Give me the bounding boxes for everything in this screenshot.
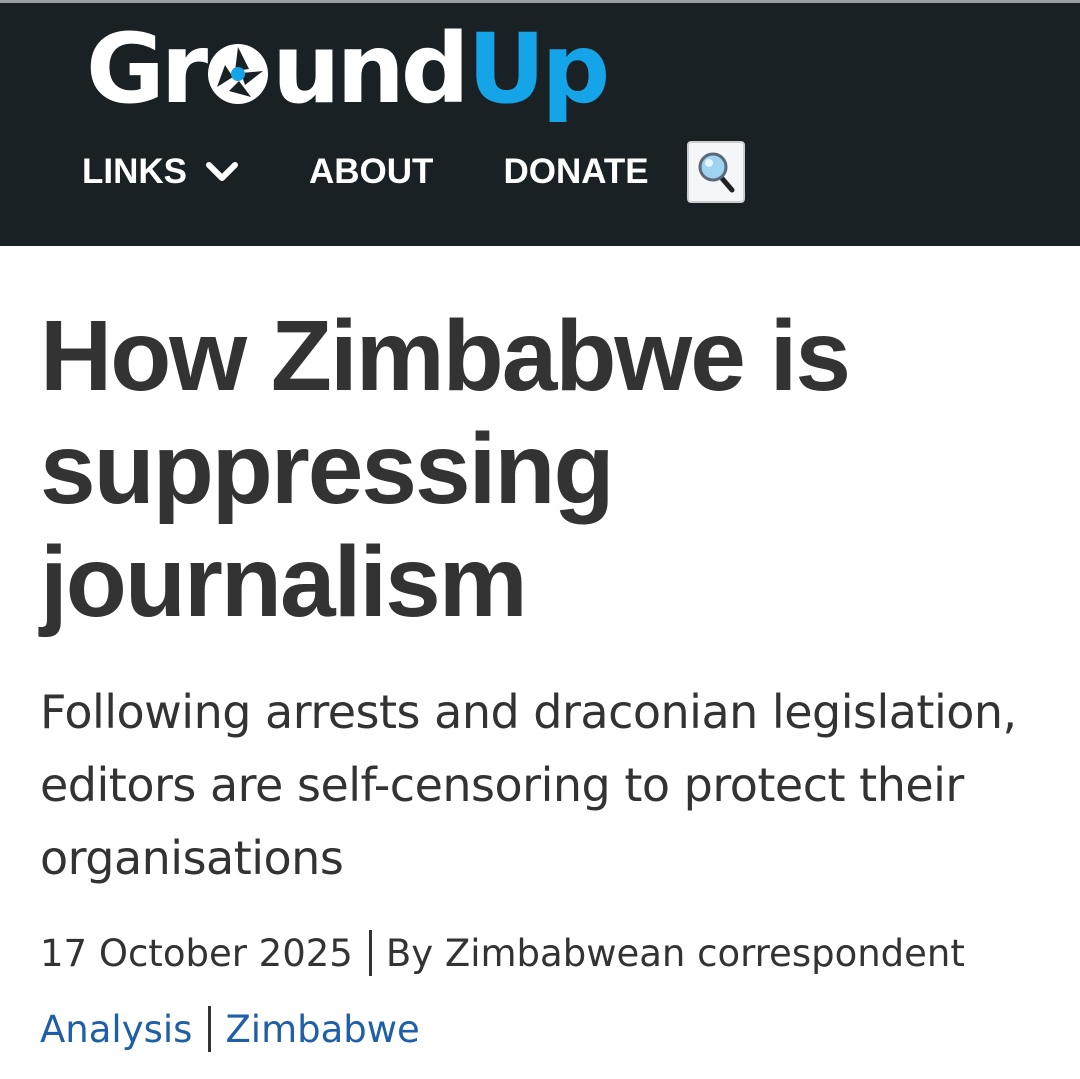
- article-subtitle: Following arrests and draconian legislat…: [40, 685, 1017, 885]
- meta-divider: [368, 930, 372, 976]
- site-header: Gr und Up LINKS ABOUT DONATE: [0, 0, 1080, 246]
- nav-donate-label: DONATE: [503, 152, 649, 191]
- search-button[interactable]: [686, 141, 745, 203]
- nav-about-link[interactable]: ABOUT: [309, 152, 433, 192]
- logo-text-und: und: [272, 13, 469, 125]
- tag-zimbabwe-link[interactable]: Zimbabwe: [225, 1008, 419, 1051]
- logo-text-up: Up: [467, 13, 611, 125]
- article-title: How Zimbabwe is suppressing journalism: [40, 300, 851, 638]
- article-date: 17 October 2025: [40, 931, 353, 975]
- nav-donate-link[interactable]: DONATE: [503, 152, 648, 192]
- groundup-logo[interactable]: Gr und Up: [86, 7, 611, 125]
- tag-analysis-link[interactable]: Analysis: [40, 1008, 192, 1051]
- nav-about-label: ABOUT: [309, 152, 434, 191]
- nav-links-menu[interactable]: LINKS: [82, 152, 239, 192]
- main-nav: LINKS ABOUT DONATE: [82, 139, 745, 205]
- magnifying-glass-icon: [698, 152, 735, 193]
- article-meta: 17 October 2025 By Zimbabwean correspond…: [40, 930, 965, 976]
- tag-divider: [208, 1006, 212, 1052]
- nav-links-label: LINKS: [82, 152, 187, 191]
- article-byline: By Zimbabwean correspondent: [385, 931, 965, 975]
- logo-ground: Gr und: [86, 13, 470, 125]
- camera-aperture-icon: [208, 44, 269, 104]
- article-tags: Analysis Zimbabwe: [40, 1006, 420, 1052]
- chevron-down-icon: [206, 162, 238, 181]
- logo-text-gr: Gr: [86, 13, 208, 125]
